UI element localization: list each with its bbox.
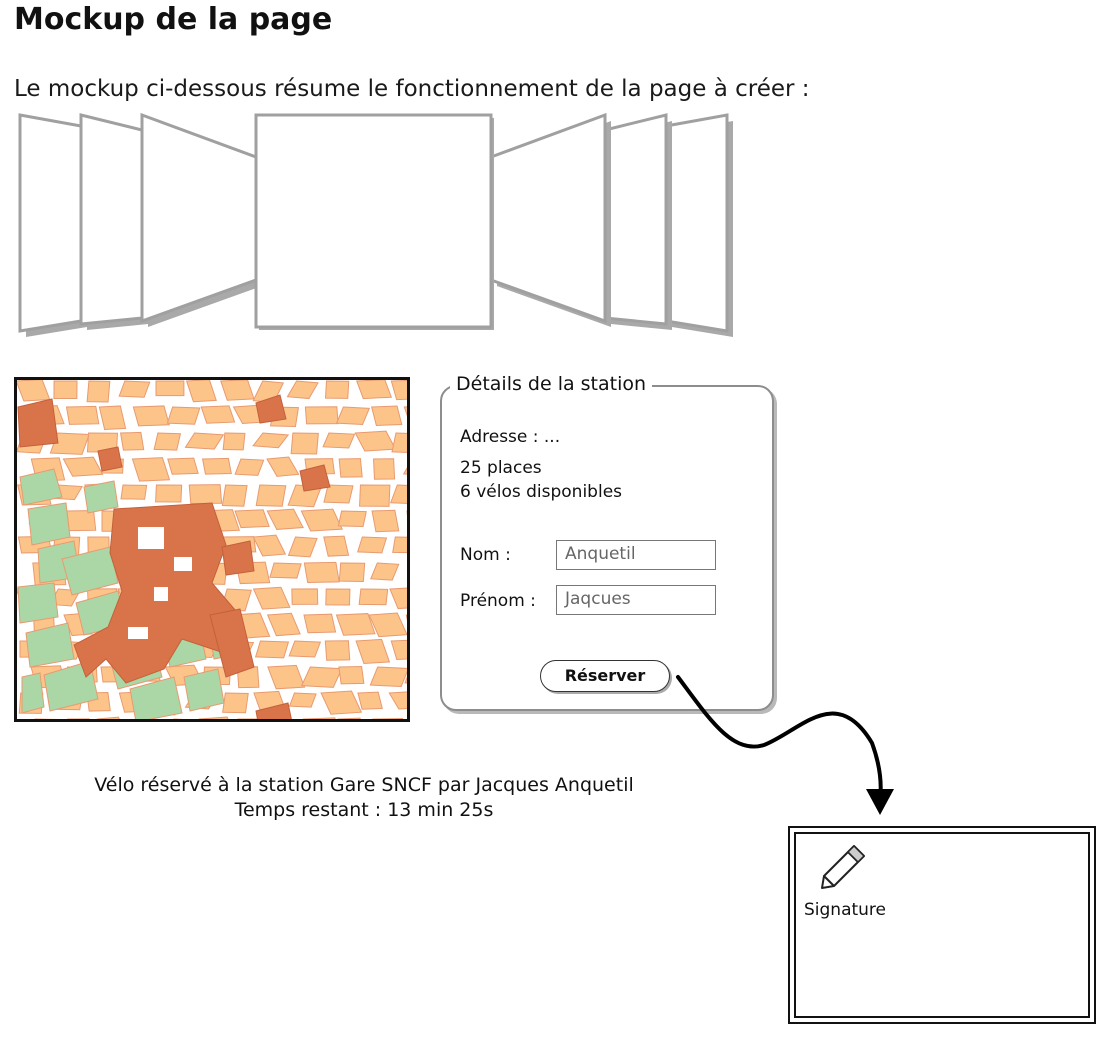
map-block bbox=[303, 561, 340, 584]
map-block bbox=[338, 666, 365, 685]
map-block bbox=[269, 562, 302, 579]
map-block bbox=[357, 536, 388, 554]
station-details-legend: Détails de la station bbox=[450, 373, 653, 395]
map-block bbox=[222, 692, 249, 714]
map-block bbox=[53, 380, 78, 400]
map-block bbox=[371, 405, 403, 426]
carousel-slide-right-3[interactable] bbox=[664, 113, 733, 337]
map-block bbox=[358, 588, 389, 606]
reservation-timer: Temps restant : 13 min 25s bbox=[234, 799, 494, 821]
map-block bbox=[221, 484, 248, 507]
image-carousel[interactable] bbox=[0, 105, 740, 340]
flow-arrow bbox=[676, 675, 894, 815]
map-block bbox=[201, 457, 232, 475]
map-block bbox=[338, 562, 366, 582]
map-block bbox=[119, 431, 145, 451]
map-block bbox=[254, 640, 290, 659]
map-block bbox=[166, 406, 201, 425]
map-block bbox=[323, 535, 350, 557]
map-block bbox=[288, 640, 322, 658]
map-block bbox=[65, 405, 100, 425]
station-map[interactable] bbox=[14, 377, 410, 722]
map-block bbox=[118, 380, 151, 398]
map-block bbox=[337, 510, 367, 527]
page-title: Mockup de la page bbox=[14, 2, 333, 37]
map-block bbox=[220, 379, 255, 401]
map-block bbox=[255, 484, 287, 507]
map-block bbox=[188, 484, 223, 505]
reserve-button[interactable]: Réserver bbox=[540, 660, 670, 692]
station-available-bikes: 6 vélos disponibles bbox=[460, 482, 623, 502]
reservation-confirmation: Vélo réservé à la station Gare SNCF par … bbox=[14, 773, 714, 823]
carousel-slide-center[interactable] bbox=[254, 113, 494, 330]
map-block bbox=[369, 666, 410, 688]
map-block bbox=[132, 405, 170, 427]
carousel-slide-left-3[interactable] bbox=[18, 113, 87, 337]
map-block bbox=[131, 457, 171, 482]
map-block bbox=[155, 380, 185, 397]
map-block bbox=[304, 406, 339, 425]
map-block bbox=[222, 432, 246, 451]
map-block bbox=[120, 484, 148, 500]
reservation-status: Vélo réservé à la station Gare SNCF par … bbox=[94, 774, 634, 796]
map-block bbox=[371, 509, 400, 533]
station-address: Adresse : ... bbox=[460, 427, 561, 447]
carousel-slide-right-2[interactable] bbox=[603, 113, 672, 330]
carousel-slide-left-2[interactable] bbox=[79, 113, 148, 330]
map-block bbox=[288, 692, 317, 708]
map-block bbox=[66, 510, 97, 532]
map-block bbox=[303, 613, 337, 634]
map-block bbox=[291, 588, 319, 605]
map-block bbox=[167, 457, 199, 475]
map-block bbox=[355, 379, 393, 400]
carousel-slide-right-1[interactable] bbox=[489, 112, 611, 327]
map-block bbox=[324, 380, 350, 399]
map-block bbox=[372, 458, 396, 480]
name-input[interactable]: Anquetil bbox=[556, 540, 716, 570]
map-block bbox=[335, 613, 376, 636]
map-block bbox=[322, 432, 356, 449]
map-block bbox=[98, 405, 127, 430]
map-block bbox=[325, 588, 351, 606]
map-block bbox=[86, 380, 111, 403]
map-block bbox=[153, 432, 182, 451]
firstname-input[interactable]: Jaqcues bbox=[556, 585, 716, 615]
map-block bbox=[234, 509, 270, 529]
map-block bbox=[357, 691, 383, 710]
intro-text: Le mockup ci-dessous résume le fonctionn… bbox=[14, 76, 810, 102]
map-block bbox=[200, 405, 236, 424]
name-label: Nom : bbox=[460, 545, 511, 565]
station-places: 25 places bbox=[460, 458, 542, 478]
pencil-icon bbox=[821, 844, 866, 889]
map-block bbox=[324, 640, 351, 661]
map-block bbox=[359, 484, 391, 507]
map-block bbox=[155, 484, 183, 503]
signature-label: Signature bbox=[804, 900, 887, 920]
firstname-label: Prénom : bbox=[460, 591, 536, 611]
map-block bbox=[290, 432, 319, 455]
carousel-slide-left-1[interactable] bbox=[140, 112, 262, 327]
map-block bbox=[338, 458, 363, 478]
